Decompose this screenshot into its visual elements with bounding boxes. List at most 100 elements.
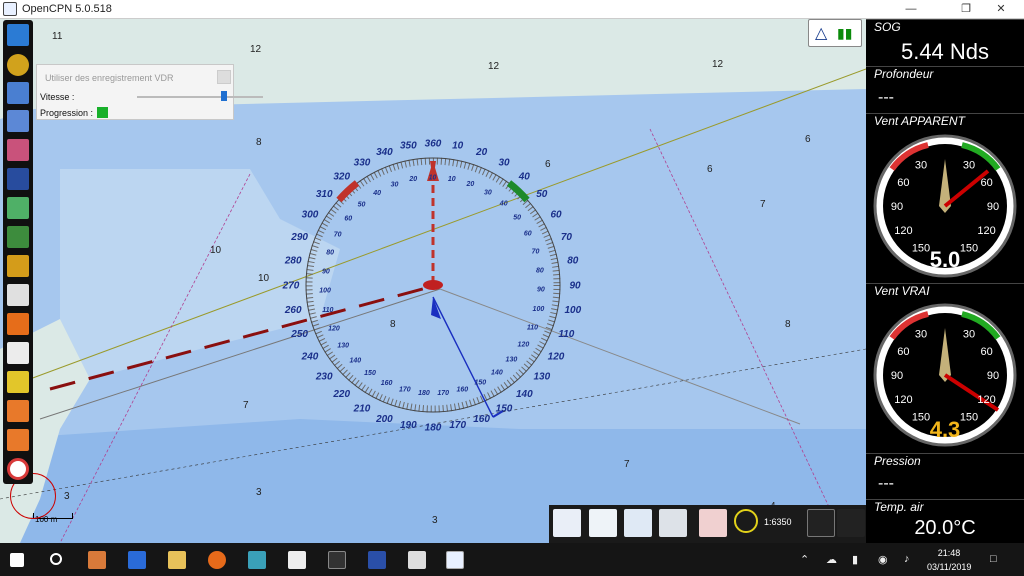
gauge-tick-label: 30 <box>963 159 975 171</box>
app-icon-5[interactable] <box>248 551 266 569</box>
depth-sounding: 12 <box>250 44 262 55</box>
true-wind-speed: 4.3 <box>929 417 961 442</box>
orange-tool-2-icon[interactable] <box>7 429 29 451</box>
gauge-tick-label: 90 <box>891 370 903 382</box>
stop-record-icon[interactable] <box>699 509 727 537</box>
document-icon[interactable] <box>7 342 29 364</box>
route-icon[interactable] <box>7 82 29 104</box>
compass-label: 100 <box>533 306 545 313</box>
sog-label: SOG <box>866 19 1024 35</box>
windows-start-icon[interactable] <box>10 553 24 567</box>
zoom-search-icon[interactable] <box>7 255 29 277</box>
vdr-toggle-button[interactable] <box>217 70 231 84</box>
instrument-dashboard: SOG 5.44 Nds Profondeur --- Vent APPAREN… <box>866 19 1024 543</box>
depth-sounding: 10 <box>210 245 222 256</box>
tides-icon[interactable] <box>7 168 29 190</box>
compass-label: 290 <box>290 232 308 243</box>
sailboat-icon[interactable] <box>589 509 617 537</box>
compass-label: 10 <box>452 141 464 152</box>
compass-label: 330 <box>354 157 371 168</box>
gauge-tick-label: 90 <box>891 201 903 213</box>
apparent-wind-label: Vent APPARENT <box>866 113 1024 129</box>
mail-icon[interactable] <box>128 551 146 569</box>
depth-sounding: 6 <box>707 164 713 175</box>
compass-label: 20 <box>475 147 488 158</box>
air-temp-value: 20.0°C <box>914 517 976 539</box>
search-icon[interactable] <box>50 553 62 565</box>
zoom-out-icon[interactable] <box>734 509 758 533</box>
gauge-tick-label: 120 <box>894 225 912 237</box>
compass-label: 130 <box>506 357 518 364</box>
compass-label: 110 <box>322 307 333 314</box>
battery-icon[interactable]: ▮ <box>852 553 858 566</box>
ship-follow-icon[interactable] <box>807 509 835 537</box>
compass-label: 220 <box>332 389 350 400</box>
compass-label: 320 <box>333 172 350 183</box>
lifebuoy-icon[interactable] <box>7 458 29 480</box>
chevron-up-icon[interactable]: ⌃ <box>800 553 809 566</box>
app-icon-6[interactable] <box>288 551 306 569</box>
compass-label: 90 <box>322 268 330 275</box>
menu-icon[interactable] <box>7 24 29 46</box>
compass-label: 190 <box>400 420 417 431</box>
ais-icon[interactable] <box>7 284 29 306</box>
compass-label: 150 <box>474 379 486 386</box>
depth-sounding: 3 <box>64 491 70 502</box>
compass-label: 180 <box>418 390 430 397</box>
arrow-icon[interactable] <box>7 371 29 393</box>
compass-label: 20 <box>408 176 417 183</box>
air-temp-label: Temp. air <box>866 499 1024 515</box>
depth-label: Profondeur <box>866 66 1024 82</box>
compass-label: 310 <box>316 189 333 200</box>
compass-label: 100 <box>319 288 331 295</box>
file-explorer-icon[interactable] <box>168 551 186 569</box>
compass-label: 100 <box>564 305 581 316</box>
gauge-tick-label: 120 <box>977 394 995 406</box>
own-ship-icon <box>423 280 443 290</box>
firefox-icon[interactable] <box>208 551 226 569</box>
compass-label: 30 <box>484 189 492 196</box>
layers-icon[interactable] <box>7 197 29 219</box>
volume-icon[interactable]: ♪ <box>904 553 910 565</box>
notification-icon[interactable]: □ <box>990 553 997 565</box>
route-manager-icon[interactable] <box>7 110 29 132</box>
terminal-icon[interactable] <box>328 551 346 569</box>
compass-label: 60 <box>524 231 532 238</box>
settings-panel-icon[interactable] <box>659 509 687 537</box>
app-icon-9[interactable] <box>408 551 426 569</box>
app-icon-8[interactable] <box>368 551 386 569</box>
compass-label: 130 <box>533 372 550 383</box>
depth-sounding: 3 <box>432 515 438 526</box>
cloud-icon[interactable]: ☁ <box>826 553 837 566</box>
window-title: OpenCPN 5.0.518 <box>22 3 112 15</box>
gauge-tick-label: 120 <box>894 394 912 406</box>
rocket-icon[interactable] <box>7 313 29 335</box>
puzzle-plugin-icon[interactable] <box>7 226 29 248</box>
status-box[interactable]: △ ▮▮ <box>808 19 862 47</box>
taskbar-clock[interactable]: 21:48 03/11/2019 <box>927 546 971 574</box>
orange-tool-icon[interactable] <box>7 400 29 422</box>
north-up-icon[interactable]: △ <box>815 23 827 43</box>
compass-label: 70 <box>532 248 540 255</box>
depth-sounding: 11 <box>52 31 63 42</box>
compass-toggle-icon[interactable] <box>553 509 581 537</box>
globe-icon[interactable]: ◉ <box>878 553 888 566</box>
vdr-speed-slider[interactable] <box>137 96 263 98</box>
dashboard-icon[interactable] <box>624 509 652 537</box>
home-app-icon[interactable] <box>88 551 106 569</box>
main-toolbar <box>3 20 33 484</box>
compass-label: 170 <box>437 390 449 397</box>
settings-gear-icon[interactable] <box>7 54 29 76</box>
sog-value: 5.44 Nds <box>900 39 990 64</box>
vdr-speed-slider-thumb[interactable] <box>221 91 227 101</box>
compass-label: 90 <box>537 287 545 294</box>
track-icon[interactable] <box>7 139 29 161</box>
compass-label: 120 <box>518 341 530 348</box>
compass-label: 200 <box>375 414 393 425</box>
compass-label: 80 <box>567 256 579 267</box>
compass-label: 50 <box>358 201 366 208</box>
opencpn-taskbar-icon[interactable] <box>446 551 464 569</box>
minimize-button[interactable]: — <box>888 0 934 19</box>
close-button[interactable]: ✕ <box>978 0 1024 19</box>
quilt-menu-icon[interactable] <box>837 509 865 537</box>
